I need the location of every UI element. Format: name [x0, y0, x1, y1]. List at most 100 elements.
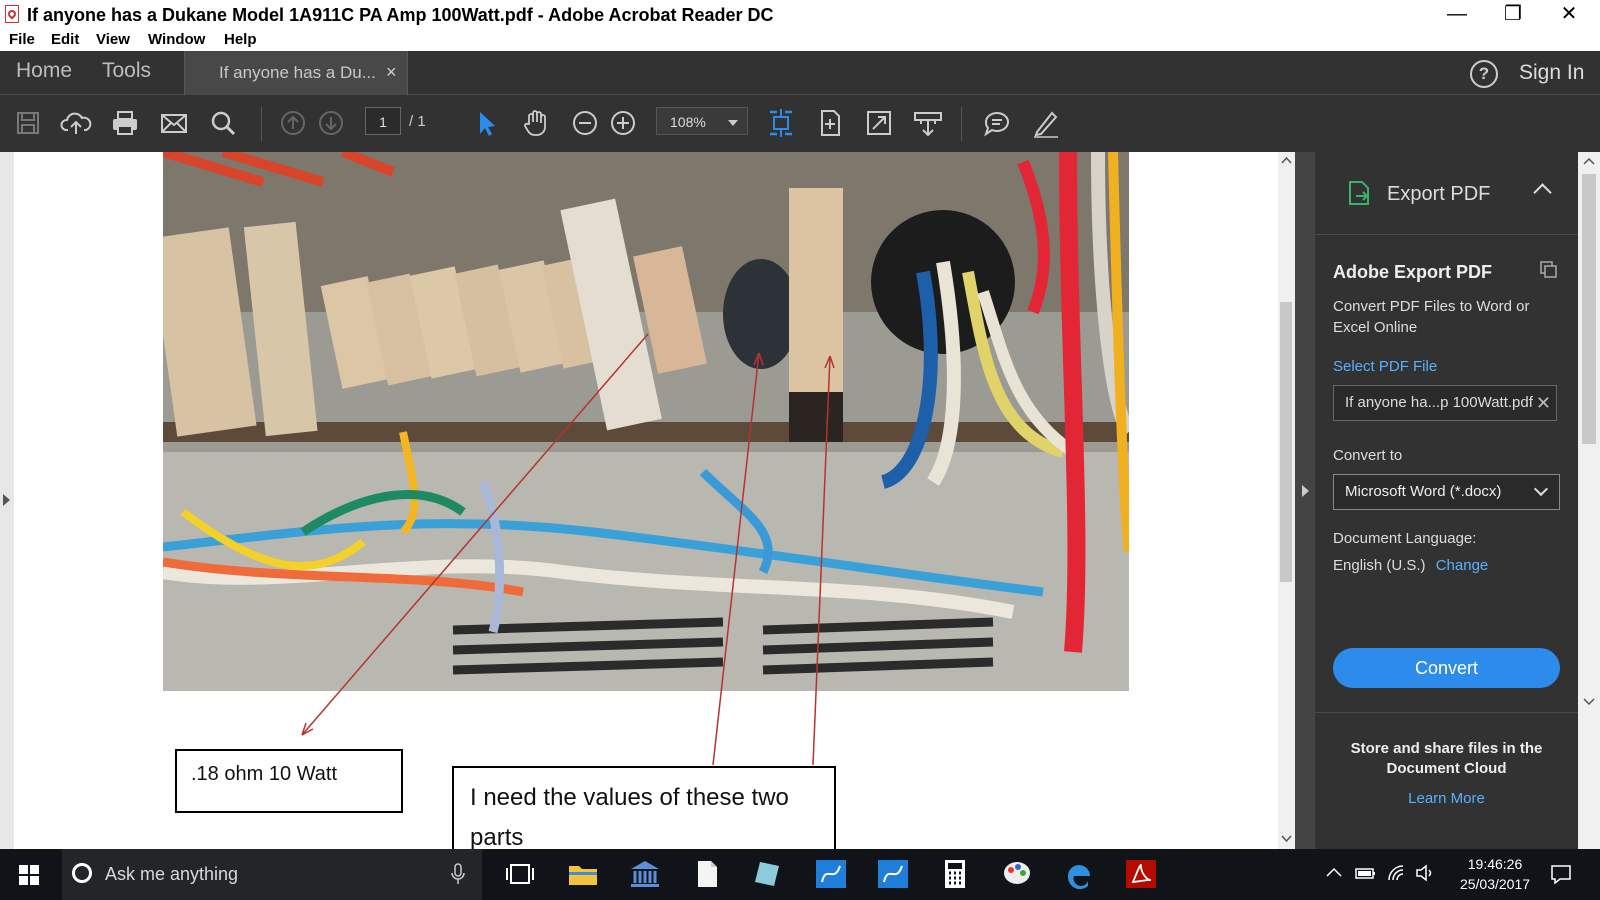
menu-bar: File Edit View Window Help	[0, 30, 1600, 51]
chevron-up-icon[interactable]	[1325, 864, 1343, 882]
scroll-down-icon[interactable]	[1280, 833, 1293, 845]
toolbar-divider	[261, 107, 262, 141]
email-icon[interactable]	[158, 107, 190, 139]
calculator-icon[interactable]	[938, 858, 972, 890]
convert-format-value: Microsoft Word (*.docx)	[1345, 483, 1502, 500]
minimize-button[interactable]: —	[1429, 0, 1485, 30]
scroll-up-icon[interactable]	[1582, 155, 1596, 167]
zoom-in-icon[interactable]	[607, 107, 639, 139]
rotate-page-icon[interactable]	[814, 107, 846, 139]
document-view[interactable]: .18 ohm 10 Watt I need the values of the…	[0, 152, 1295, 849]
copy-files-icon[interactable]	[1539, 260, 1559, 278]
document-file-icon[interactable]	[690, 858, 724, 890]
help-icon[interactable]: ?	[1470, 60, 1498, 88]
ltspice-xvii-app-icon[interactable]	[876, 858, 910, 890]
scroll-thumb[interactable]	[1280, 302, 1292, 582]
collapse-right-icon	[1302, 485, 1309, 497]
file-explorer-icon[interactable]	[566, 858, 600, 890]
paint-app-icon[interactable]	[1000, 858, 1034, 890]
menu-view[interactable]: View	[96, 31, 130, 48]
convert-format-dropdown[interactable]: Microsoft Word (*.docx)	[1333, 474, 1560, 510]
document-language-label: Document Language:	[1333, 530, 1477, 547]
print-icon[interactable]	[109, 107, 141, 139]
cortana-search-box[interactable]: Ask me anything	[62, 849, 482, 900]
tab-tools[interactable]: Tools	[102, 59, 151, 83]
toolbar-divider	[961, 107, 962, 141]
right-pane-toggle[interactable]	[1295, 152, 1315, 849]
export-pdf-header[interactable]: Export PDF	[1315, 152, 1578, 235]
upload-cloud-icon[interactable]	[60, 107, 92, 139]
fill-sign-pen-icon[interactable]	[1030, 107, 1062, 139]
search-placeholder: Ask me anything	[105, 864, 239, 884]
convert-button[interactable]: Convert	[1333, 648, 1560, 688]
document-tab-label: If anyone has a Du...	[219, 63, 376, 82]
select-pdf-file-link[interactable]: Select PDF File	[1333, 358, 1437, 375]
close-button[interactable]: ✕	[1541, 0, 1597, 30]
scroll-down-icon[interactable]	[1582, 696, 1596, 708]
fit-page-icon[interactable]	[765, 107, 797, 139]
scroll-thumb[interactable]	[1582, 174, 1596, 444]
document-cloud-text: Store and share files in the Document Cl…	[1350, 740, 1543, 777]
zoom-dropdown[interactable]: 108%	[656, 107, 748, 135]
export-pdf-panel: Export PDF Adobe Export PDF Convert PDF …	[1315, 152, 1578, 849]
zoom-value: 108%	[670, 114, 706, 130]
ltspice-app-icon[interactable]	[814, 858, 848, 890]
callout-text-2: I need the values of these two parts	[470, 784, 789, 849]
chevron-down-icon	[728, 120, 738, 126]
clear-file-icon[interactable]: ✕	[1536, 386, 1551, 420]
tab-home[interactable]: Home	[16, 59, 72, 83]
battery-icon[interactable]	[1355, 864, 1377, 882]
chevron-down-icon	[1533, 481, 1549, 497]
chevron-up-icon[interactable]	[1533, 183, 1552, 202]
save-icon[interactable]	[12, 107, 44, 139]
title-bar: If anyone has a Dukane Model 1A911C PA A…	[0, 0, 1600, 30]
menu-file[interactable]: File	[9, 31, 35, 48]
export-panel-description: Convert PDF Files to Word or Excel Onlin…	[1333, 298, 1530, 336]
hand-tool-icon[interactable]	[520, 107, 552, 139]
select-pointer-icon[interactable]	[470, 107, 502, 139]
notifications-icon[interactable]	[1550, 863, 1572, 885]
scroll-up-icon[interactable]	[1280, 154, 1293, 166]
panel-scrollbar[interactable]	[1578, 152, 1600, 849]
export-pdf-header-label: Export PDF	[1387, 183, 1491, 205]
comment-icon[interactable]	[981, 107, 1013, 139]
clock-time: 19:46:26	[1467, 856, 1523, 872]
callout-box-question: I need the values of these two parts	[452, 766, 836, 849]
close-tab-icon[interactable]: ×	[386, 62, 397, 83]
menu-help[interactable]: Help	[224, 31, 257, 48]
tab-document[interactable]: If anyone has a Du... ×	[184, 51, 408, 95]
panel-divider	[1315, 712, 1578, 713]
selected-file-field[interactable]: If anyone ha...p 100Watt.pdf ✕	[1333, 385, 1557, 421]
read-mode-icon[interactable]	[912, 107, 944, 139]
full-screen-icon[interactable]	[863, 107, 895, 139]
change-language-link[interactable]: Change	[1436, 557, 1489, 574]
document-scrollbar[interactable]	[1278, 152, 1295, 849]
acrobat-reader-app-icon[interactable]	[1124, 858, 1158, 890]
notepad-app-icon[interactable]	[752, 858, 786, 890]
volume-icon[interactable]	[1415, 864, 1435, 882]
export-panel-title: Adobe Export PDF	[1333, 262, 1493, 282]
zoom-out-icon[interactable]	[569, 107, 601, 139]
clock-date: 25/03/2017	[1459, 876, 1531, 892]
library-building-icon[interactable]	[628, 858, 662, 890]
previous-page-icon[interactable]	[277, 107, 309, 139]
page-total: / 1	[409, 113, 426, 130]
acrobat-pdf-icon	[5, 5, 19, 23]
tab-bar: Home Tools If anyone has a Du... × ? Sig…	[0, 51, 1600, 95]
windows-start-icon[interactable]	[19, 865, 39, 885]
task-view-icon[interactable]	[503, 858, 537, 890]
microphone-icon[interactable]	[451, 863, 465, 885]
learn-more-link[interactable]: Learn More	[1333, 790, 1560, 807]
next-page-icon[interactable]	[315, 107, 347, 139]
menu-edit[interactable]: Edit	[51, 31, 79, 48]
system-clock[interactable]: 19:46:26 25/03/2017	[1450, 854, 1540, 894]
search-icon[interactable]	[207, 107, 239, 139]
window-title: If anyone has a Dukane Model 1A911C PA A…	[27, 5, 774, 25]
edge-browser-icon[interactable]	[1062, 858, 1096, 890]
wifi-icon[interactable]	[1387, 864, 1407, 882]
page-number-input[interactable]: 1	[365, 107, 401, 135]
sign-in-link[interactable]: Sign In	[1519, 61, 1584, 85]
document-language: English (U.S.) Change	[1333, 557, 1488, 574]
menu-window[interactable]: Window	[148, 31, 205, 48]
maximize-button[interactable]: ❐	[1485, 0, 1541, 30]
